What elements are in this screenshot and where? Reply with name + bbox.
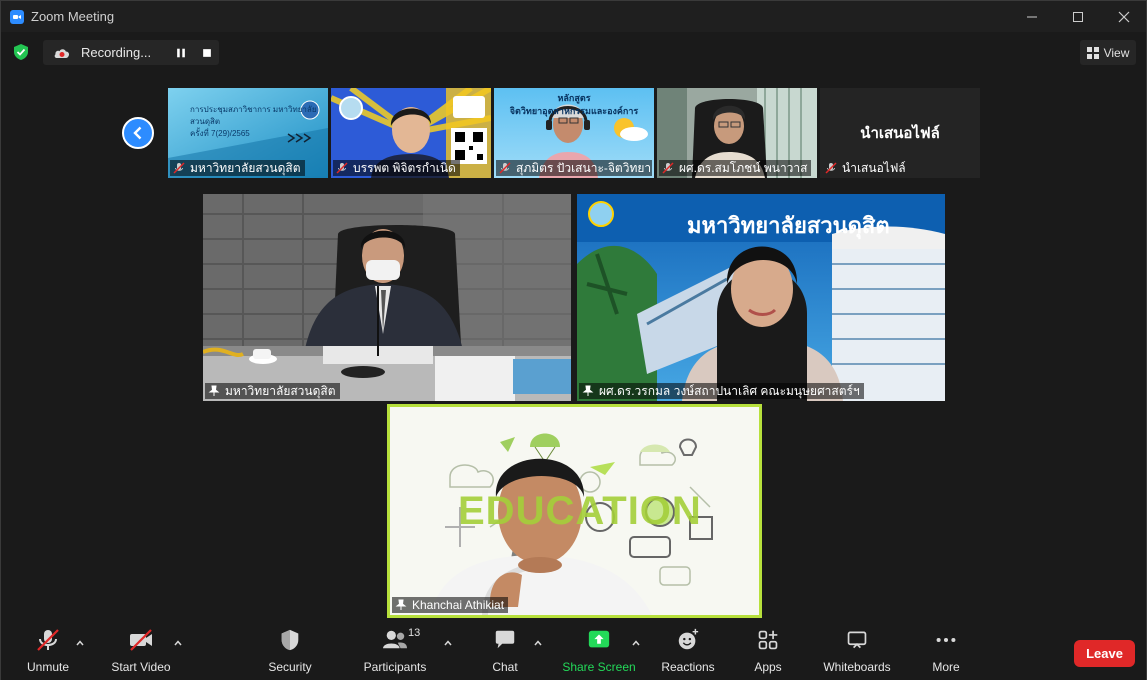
participant-name: มหาวิทยาลัยสวนดุสิต (225, 383, 336, 398)
view-label: View (1103, 45, 1130, 60)
zoom-app-icon (10, 9, 24, 24)
participant-name-tag: ผศ.ดร.วรกมล วงษ์สถาปนาเลิศ คณะมนุษยศาสตร… (579, 383, 864, 399)
pinned-icon (582, 385, 594, 396)
participant-thumbnail[interactable]: นำเสนอไฟล์ นำเสนอไฟล์ (820, 88, 980, 178)
recording-label: Recording... (81, 45, 152, 60)
window-title: Zoom Meeting (31, 9, 115, 24)
background-banner: มหาวิทยาลัยสวนดุสิต (687, 213, 890, 238)
share-options-caret-icon[interactable] (631, 638, 641, 648)
active-speaker-tile[interactable]: EDUCATION Khanchai Athikiat (387, 404, 762, 618)
video-off-icon (130, 629, 152, 651)
reactions-label: Reactions (661, 660, 715, 674)
participant-name-tag: นำเสนอไฟล์ (822, 160, 910, 176)
participant-thumbnail[interactable]: หลักสูตร จิตวิทยาอุตสาหกรรมและองค์การ สุ… (494, 88, 654, 178)
whiteboards-label: Whiteboards (823, 660, 891, 674)
participants-options-caret-icon[interactable] (443, 638, 453, 648)
unmute-button[interactable]: Unmute (23, 627, 73, 677)
video-options-caret-icon[interactable] (173, 638, 183, 648)
chat-options-caret-icon[interactable] (533, 638, 543, 648)
more-label: More (932, 660, 960, 674)
pause-recording-button[interactable] (174, 46, 188, 60)
participant-thumbnail[interactable]: การประชุมสภาวิชาการ มหาวิทยาลัยสวนดุสิต … (168, 88, 328, 178)
stop-icon (203, 49, 211, 57)
apps-icon (758, 630, 778, 650)
title-bar: Zoom Meeting (1, 1, 1146, 32)
maximize-button[interactable] (1055, 1, 1101, 32)
stop-recording-button[interactable] (200, 46, 214, 60)
chevron-left-icon (133, 126, 142, 140)
participant-name: ผศ.ดร.สมโภชน์ พนาวาส (679, 160, 808, 175)
share-screen-label: Share Screen (562, 660, 636, 674)
leave-meeting-button[interactable]: Leave (1074, 640, 1135, 667)
minimize-icon (1027, 16, 1037, 17)
start-video-button[interactable]: Start Video (109, 627, 173, 677)
audio-options-caret-icon[interactable] (75, 638, 85, 648)
security-label: Security (268, 660, 312, 674)
apps-label: Apps (754, 660, 782, 674)
shield-icon (281, 629, 299, 651)
participant-name-tag: มหาวิทยาลัยสวนดุสิต (170, 160, 305, 176)
pinned-icon (395, 599, 407, 610)
participant-name-tag: บรรพต พิจิตรกำเนิด (333, 160, 460, 176)
mic-muted-icon (662, 162, 674, 174)
maximize-icon (1073, 11, 1083, 22)
participant-name-tag: Khanchai Athikiat (392, 597, 509, 613)
close-button[interactable] (1101, 1, 1147, 32)
participant-video-frame (203, 194, 571, 401)
security-button[interactable]: Security (264, 627, 316, 677)
view-button[interactable]: View (1080, 40, 1136, 65)
unmute-label: Unmute (26, 660, 70, 674)
participant-name: บรรพต พิจิตรกำเนิด (353, 160, 456, 175)
mic-muted-icon (173, 162, 185, 174)
apps-button[interactable]: Apps (752, 627, 784, 677)
share-screen-button[interactable]: Share Screen (562, 627, 636, 677)
more-button[interactable]: More (930, 627, 962, 677)
slide-title: หลักสูตร จิตวิทยาอุตสาหกรรมและองค์การ (509, 93, 639, 116)
participant-name-tag: มหาวิทยาลัยสวนดุสิต (205, 383, 340, 399)
mic-muted-icon (37, 629, 59, 651)
reactions-button[interactable]: Reactions (661, 627, 715, 677)
recording-indicator: Recording... (43, 40, 219, 65)
participants-button[interactable]: 13 Participants (363, 627, 427, 677)
pause-icon (177, 48, 185, 58)
mic-muted-icon (825, 162, 837, 174)
participant-name: Khanchai Athikiat (412, 598, 505, 612)
participant-name-tag: ผศ.ดร.สมโภชน์ พนาวาส (659, 160, 812, 176)
previous-page-button[interactable] (122, 117, 154, 149)
encryption-shield-icon[interactable] (12, 43, 30, 61)
start-video-label: Start Video (111, 660, 171, 674)
pinned-icon (208, 385, 220, 396)
participants-label: Participants (363, 660, 427, 674)
share-screen-icon (588, 630, 610, 648)
close-icon (1118, 11, 1130, 22)
mic-muted-icon (499, 162, 511, 174)
chat-button[interactable]: Chat (489, 627, 521, 677)
more-dots-icon (936, 637, 956, 643)
chat-label: Chat (492, 660, 518, 674)
zoom-window: Zoom Meeting Recording... View การประชุม… (0, 0, 1147, 680)
emoji-plus-icon (678, 628, 699, 650)
grid-view-icon (1086, 46, 1099, 59)
slide-title: การประชุมสภาวิชาการ มหาวิทยาลัยสวนดุสิต … (190, 105, 317, 138)
participant-name: ผศ.ดร.วรกมล วงษ์สถาปนาเลิศ คณะมนุษยศาสตร… (599, 383, 860, 398)
participant-display-name: นำเสนอไฟล์ (860, 125, 940, 142)
minimize-button[interactable] (1009, 1, 1055, 32)
participants-count-badge: 13 (408, 627, 421, 639)
mic-muted-icon (336, 162, 348, 174)
chat-bubble-icon (495, 630, 515, 649)
whiteboards-button[interactable]: Whiteboards (821, 627, 893, 677)
participant-thumbnail[interactable]: บรรพต พิจิตรกำเนิด (331, 88, 491, 178)
background-word: EDUCATION (458, 489, 702, 533)
participants-icon (383, 630, 407, 649)
whiteboard-icon (847, 631, 867, 649)
video-tile[interactable]: มหาวิทยาลัยสวนดุสิต ผศ.ดร.วรกมล วงษ์สถาป… (577, 194, 945, 401)
participant-name: นำเสนอไฟล์ (842, 160, 906, 175)
cloud-recording-icon (54, 48, 70, 58)
participant-name-tag: สุภมิตร ปัวเสนาะ-จิตวิทยา... (496, 160, 652, 176)
video-tile[interactable]: มหาวิทยาลัยสวนดุสิต (203, 194, 571, 401)
participant-name: สุภมิตร ปัวเสนาะ-จิตวิทยา... (516, 160, 652, 175)
participant-thumbnail[interactable]: ผศ.ดร.สมโภชน์ พนาวาส (657, 88, 817, 178)
participant-name: มหาวิทยาลัยสวนดุสิต (190, 160, 301, 175)
